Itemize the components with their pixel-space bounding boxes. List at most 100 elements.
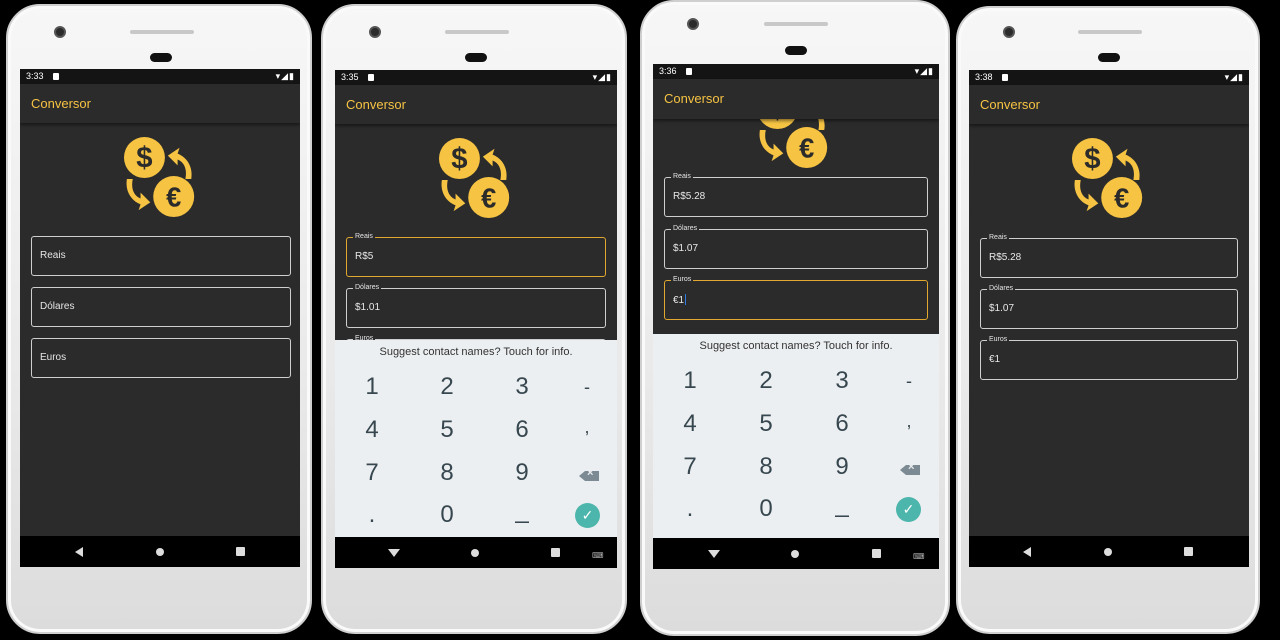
keyboard-switch-icon[interactable]: ⌨	[592, 551, 604, 560]
app-title: Conversor	[664, 91, 724, 106]
key-6[interactable]: 6	[812, 410, 872, 438]
key-minus[interactable]: -	[557, 377, 617, 398]
reais-input[interactable]: Reais	[31, 236, 291, 276]
key-0[interactable]: 0	[417, 501, 477, 529]
phone-frame-4: 3:38 ▾◢▮ Conversor Reais R$5.28 Dólares …	[956, 6, 1260, 634]
front-camera	[54, 26, 66, 38]
done-check-icon[interactable]: ✓	[575, 503, 600, 528]
dolares-input[interactable]: Dólares $1.01	[346, 283, 606, 328]
contact-suggestion-bar[interactable]: Suggest contact names? Touch for info.	[653, 334, 939, 359]
reais-label: Reais	[353, 232, 375, 242]
dolares-input[interactable]: Dólares $1.07	[664, 224, 928, 269]
speaker-grille	[764, 22, 828, 26]
dolares-input[interactable]: Dólares $1.07	[980, 284, 1238, 329]
home-icon[interactable]	[471, 549, 479, 557]
signal-battery-icons: ▾◢▮	[592, 72, 612, 82]
reais-placeholder: Reais	[40, 250, 66, 261]
dolares-value: $1.07	[673, 243, 699, 254]
euros-input[interactable]: Euros €1	[980, 335, 1238, 380]
hide-keyboard-icon[interactable]	[708, 550, 720, 558]
home-icon[interactable]	[156, 548, 164, 556]
back-icon[interactable]	[1023, 547, 1031, 557]
status-bar: 3:35 ▾◢▮	[335, 70, 617, 85]
backspace-icon[interactable]	[900, 461, 920, 475]
key-3[interactable]: 3	[492, 373, 552, 401]
key-6[interactable]: 6	[492, 416, 552, 444]
proximity-sensor	[150, 53, 172, 62]
recents-icon[interactable]	[1184, 547, 1193, 556]
dolares-label: Dólares	[987, 284, 1016, 294]
key-underscore[interactable]: _	[492, 497, 552, 525]
app-bar: Conversor	[335, 85, 617, 124]
key-1[interactable]: 1	[342, 373, 402, 401]
contact-suggestion-bar[interactable]: Suggest contact names? Touch for info.	[335, 340, 617, 365]
app-bar: Conversor	[20, 84, 300, 123]
keyboard-switch-icon[interactable]: ⌨	[913, 552, 925, 561]
back-icon[interactable]	[75, 547, 83, 557]
home-icon[interactable]	[791, 550, 799, 558]
reais-value: R$5.28	[989, 252, 1022, 263]
status-time: 3:33	[26, 71, 44, 81]
nav-bar	[969, 536, 1249, 567]
proximity-sensor	[1098, 53, 1120, 62]
dolares-placeholder: Dólares	[40, 301, 75, 312]
app-title: Conversor	[980, 97, 1040, 112]
dolares-label: Dólares	[671, 224, 700, 234]
backspace-icon[interactable]	[579, 467, 599, 481]
dolares-input[interactable]: Dólares	[31, 287, 291, 327]
sd-card-icon	[686, 68, 692, 75]
key-4[interactable]: 4	[660, 410, 720, 438]
key-comma[interactable]: ,	[879, 411, 939, 432]
key-2[interactable]: 2	[736, 367, 796, 395]
key-period[interactable]: .	[660, 495, 720, 523]
key-7[interactable]: 7	[342, 459, 402, 487]
key-5[interactable]: 5	[417, 416, 477, 444]
euros-placeholder: Euros	[40, 352, 67, 363]
status-bar: 3:36 ▾◢▮	[653, 64, 939, 79]
status-bar: 3:38 ▾◢▮	[969, 70, 1249, 85]
recents-icon[interactable]	[551, 548, 560, 557]
screen-3: 3:36 ▾◢▮ Conversor Reais R$5.28 Dólares …	[653, 64, 939, 569]
key-4[interactable]: 4	[342, 416, 402, 444]
screen-1: 3:33 ▾◢▮ Conversor Reais Dólares Euros	[20, 69, 300, 567]
sd-card-icon	[53, 73, 59, 80]
euros-input[interactable]: Euros	[31, 338, 291, 378]
reais-input[interactable]: Reais R$5.28	[664, 172, 928, 217]
key-9[interactable]: 9	[812, 453, 872, 481]
phone-frame-1: 3:33 ▾◢▮ Conversor Reais Dólares Euros	[6, 4, 312, 634]
speaker-grille	[445, 30, 509, 34]
key-3[interactable]: 3	[812, 367, 872, 395]
screen-2: 3:35 ▾◢▮ Conversor Reais R$5 Dólares $1.…	[335, 70, 617, 568]
front-camera	[687, 18, 699, 30]
key-2[interactable]: 2	[417, 373, 477, 401]
euros-input[interactable]: Euros €1	[664, 275, 928, 320]
front-camera	[369, 26, 381, 38]
key-comma[interactable]: ,	[557, 417, 617, 438]
front-camera	[1003, 26, 1015, 38]
reais-label: Reais	[671, 172, 693, 182]
sd-card-icon	[1002, 74, 1008, 81]
key-underscore[interactable]: _	[812, 491, 872, 519]
reais-input[interactable]: Reais R$5	[346, 232, 606, 277]
key-0[interactable]: 0	[736, 495, 796, 523]
key-9[interactable]: 9	[492, 459, 552, 487]
screen-4: 3:38 ▾◢▮ Conversor Reais R$5.28 Dólares …	[969, 70, 1249, 567]
dolares-value: $1.07	[989, 303, 1015, 314]
key-8[interactable]: 8	[736, 453, 796, 481]
key-period[interactable]: .	[342, 501, 402, 529]
recents-icon[interactable]	[872, 549, 881, 558]
euros-value-text: €1	[673, 295, 685, 306]
reais-input[interactable]: Reais R$5.28	[980, 233, 1238, 278]
key-8[interactable]: 8	[417, 459, 477, 487]
hide-keyboard-icon[interactable]	[388, 549, 400, 557]
key-1[interactable]: 1	[660, 367, 720, 395]
euros-value: €1	[989, 354, 1001, 365]
euros-value: €1	[673, 294, 687, 306]
home-icon[interactable]	[1104, 548, 1112, 556]
done-check-icon[interactable]: ✓	[896, 497, 921, 522]
key-7[interactable]: 7	[660, 453, 720, 481]
key-5[interactable]: 5	[736, 410, 796, 438]
sd-card-icon	[368, 74, 374, 81]
key-minus[interactable]: -	[879, 371, 939, 392]
recents-icon[interactable]	[236, 547, 245, 556]
